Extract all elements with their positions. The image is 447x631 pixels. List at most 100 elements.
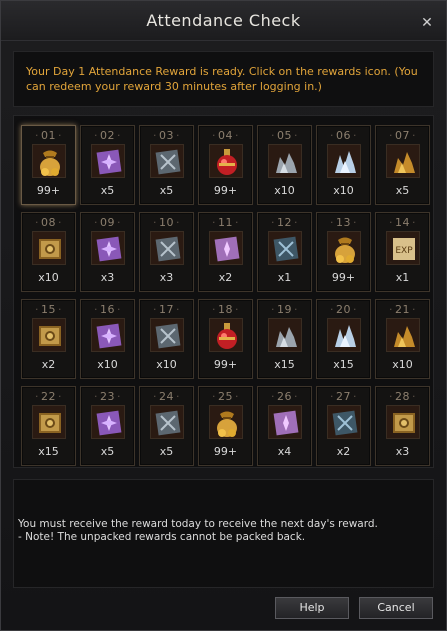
gold-chest-icon[interactable] (32, 318, 66, 352)
reward-grid-panel: 01 99+02 x503 x504 99+05 x1006 x1007 (13, 115, 434, 468)
silver-ore-icon[interactable] (268, 144, 302, 178)
help-button[interactable]: Help (275, 597, 349, 619)
purple-scroll-icon[interactable] (91, 231, 125, 265)
silver-ore-icon[interactable] (268, 318, 302, 352)
reward-cell[interactable]: 03 x5 (139, 125, 194, 205)
reward-cell[interactable]: 07 x5 (375, 125, 430, 205)
reward-quantity: 99+ (213, 184, 238, 197)
info-panel: You must receive the reward today to rec… (13, 479, 434, 588)
reward-cell[interactable]: 15 x2 (21, 299, 76, 379)
svg-text:EXP: EXP (395, 246, 413, 256)
gold-pouch-icon[interactable] (209, 405, 243, 439)
purple-scroll-icon[interactable] (91, 318, 125, 352)
gold-chest-icon[interactable] (32, 405, 66, 439)
title-bar[interactable]: Attendance Check ✕ (1, 1, 446, 41)
gray-scroll-icon[interactable] (150, 231, 184, 265)
info-line-2: - Note! The unpacked rewards cannot be p… (18, 531, 306, 543)
day-number: 15 (22, 303, 75, 316)
gold-pouch-icon[interactable] (327, 231, 361, 265)
reward-quantity: x5 (100, 445, 115, 458)
reward-cell[interactable]: 02 x5 (80, 125, 135, 205)
day-number: 25 (199, 390, 252, 403)
reward-quantity: 99+ (331, 271, 356, 284)
purple-scroll-icon[interactable] (91, 405, 125, 439)
reward-cell[interactable]: 05 x10 (257, 125, 312, 205)
red-potion-icon[interactable] (209, 318, 243, 352)
blue-scroll-icon[interactable] (327, 405, 361, 439)
reward-cell[interactable]: 09 x3 (80, 212, 135, 292)
day-number: 08 (22, 216, 75, 229)
gold-pouch-icon[interactable] (32, 144, 66, 178)
day-number: 10 (140, 216, 193, 229)
reward-quantity: x15 (333, 358, 354, 371)
attendance-window: Attendance Check ✕ Your Day 1 Attendance… (0, 0, 447, 631)
reward-quantity: x10 (97, 358, 118, 371)
gold-ore-icon[interactable] (386, 144, 420, 178)
reward-cell[interactable]: 01 99+ (21, 125, 76, 205)
day-number: 20 (317, 303, 370, 316)
blue-scroll-icon[interactable] (268, 231, 302, 265)
reward-quantity: x3 (159, 271, 174, 284)
reward-quantity: x1 (277, 271, 292, 284)
crystal-ore-icon[interactable] (327, 318, 361, 352)
reward-cell[interactable]: 27 x2 (316, 386, 371, 466)
reward-cell[interactable]: 22 x15 (21, 386, 76, 466)
pink-scroll-icon[interactable] (268, 405, 302, 439)
reward-quantity: 99+ (213, 445, 238, 458)
day-number: 03 (140, 129, 193, 142)
pink-scroll-icon[interactable] (209, 231, 243, 265)
red-potion-icon[interactable] (209, 144, 243, 178)
reward-cell[interactable]: 06 x10 (316, 125, 371, 205)
reward-cell[interactable]: 26 x4 (257, 386, 312, 466)
reward-quantity: x2 (218, 271, 233, 284)
reward-quantity: 99+ (213, 358, 238, 371)
gold-chest-icon[interactable] (386, 405, 420, 439)
exp-card-icon[interactable]: EXP (386, 231, 420, 265)
close-icon[interactable]: ✕ (420, 16, 434, 30)
crystal-ore-icon[interactable] (327, 144, 361, 178)
gray-scroll-icon[interactable] (150, 318, 184, 352)
reward-cell[interactable]: 14 EXP x1 (375, 212, 430, 292)
day-number: 21 (376, 303, 429, 316)
reward-cell[interactable]: 19 x15 (257, 299, 312, 379)
reward-cell[interactable]: 28 x3 (375, 386, 430, 466)
reward-quantity: x3 (395, 445, 410, 458)
day-number: 18 (199, 303, 252, 316)
reward-cell[interactable]: 04 99+ (198, 125, 253, 205)
reward-grid: 01 99+02 x503 x504 99+05 x1006 x1007 (21, 125, 430, 467)
gold-ore-icon[interactable] (386, 318, 420, 352)
reward-cell[interactable]: 23 x5 (80, 386, 135, 466)
reward-cell[interactable]: 10 x3 (139, 212, 194, 292)
reward-cell[interactable]: 18 99+ (198, 299, 253, 379)
reward-cell[interactable]: 12 x1 (257, 212, 312, 292)
day-number: 09 (81, 216, 134, 229)
purple-scroll-icon[interactable] (91, 144, 125, 178)
reward-cell[interactable]: 20 x15 (316, 299, 371, 379)
reward-cell[interactable]: 24 x5 (139, 386, 194, 466)
window-title: Attendance Check (146, 11, 301, 30)
day-number: 17 (140, 303, 193, 316)
day-number: 22 (22, 390, 75, 403)
reward-cell[interactable]: 16 x10 (80, 299, 135, 379)
reward-quantity: x4 (277, 445, 292, 458)
reward-cell[interactable]: 21 x10 (375, 299, 430, 379)
cancel-button[interactable]: Cancel (359, 597, 433, 619)
gray-scroll-icon[interactable] (150, 405, 184, 439)
gray-scroll-icon[interactable] (150, 144, 184, 178)
info-line-1: You must receive the reward today to rec… (18, 518, 378, 530)
reward-cell[interactable]: 17 x10 (139, 299, 194, 379)
day-number: 12 (258, 216, 311, 229)
day-number: 24 (140, 390, 193, 403)
day-number: 14 (376, 216, 429, 229)
day-number: 23 (81, 390, 134, 403)
day-number: 11 (199, 216, 252, 229)
reward-cell[interactable]: 13 99+ (316, 212, 371, 292)
reward-quantity: x2 (336, 445, 351, 458)
reward-cell[interactable]: 08 x10 (21, 212, 76, 292)
reward-cell[interactable]: 11 x2 (198, 212, 253, 292)
info-text: You must receive the reward today to rec… (18, 518, 378, 544)
gold-chest-icon[interactable] (32, 231, 66, 265)
reward-quantity: x10 (156, 358, 177, 371)
reward-quantity: x15 (38, 445, 59, 458)
reward-cell[interactable]: 25 99+ (198, 386, 253, 466)
